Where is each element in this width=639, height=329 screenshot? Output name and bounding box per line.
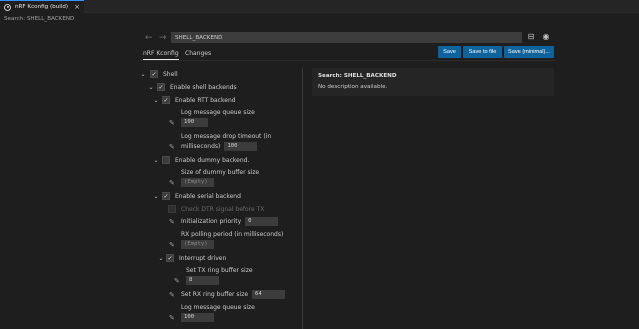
tree-item-label: Interrupt driven (179, 254, 227, 262)
tree-item-dummy-buffer-size: Size of dummy buffer size (169, 169, 259, 176)
eye-icon[interactable]: ◉ (541, 32, 551, 43)
tree-item-rx-polling-value-row: ✎ (Empty) (169, 240, 214, 249)
tree-item-shell[interactable]: ⌄ ✓ Shell (140, 70, 178, 78)
back-arrow-icon[interactable]: ← (145, 33, 153, 43)
tree-item-label: Set TX ring buffer size (186, 267, 253, 274)
details-title: Search: SHELL_BACKEND (318, 73, 397, 79)
tree-item-check-dtr: Check DTR signal before TX (168, 205, 264, 213)
interrupt-driven-checkbox[interactable]: ✓ (166, 254, 174, 262)
tree-item-enable-dummy-backend[interactable]: ⌄ ✓ Enable dummy backend. (153, 156, 249, 164)
tree-item-enable-rtt-backend[interactable]: ⌄ ✓ Enable RTT backend (153, 96, 236, 104)
enable-serial-backend-checkbox[interactable]: ✓ (162, 192, 170, 200)
pencil-icon[interactable]: ✎ (169, 241, 178, 249)
kconfig-tree: ⌄ ✓ Shell ⌄ ✓ Enable shell backends ⌄ ✓ … (0, 62, 300, 329)
tree-item-serial-log-queue-value-row: ✎ 100 (169, 313, 214, 322)
tree-item-label: Enable shell backends (170, 83, 237, 91)
tree-item-label: Set RX ring buffer size (181, 291, 249, 298)
details-body: No description available. (318, 84, 388, 90)
pencil-icon[interactable]: ✎ (169, 179, 178, 187)
search-input[interactable] (171, 32, 522, 43)
tree-item-label: Log message queue size (181, 109, 255, 116)
tree-item-label: Log message queue size (181, 304, 255, 311)
save-to-file-button[interactable]: Save to file (463, 46, 502, 58)
tree-item-serial-log-queue-size: Log message queue size (169, 304, 255, 311)
tree-item-dummy-buffer-value-row: ✎ (Empty) (169, 178, 214, 187)
chevron-down-icon[interactable]: ⌄ (140, 71, 146, 78)
tree-item-label: Log message drop timeout (in (181, 133, 272, 140)
close-icon[interactable]: × (74, 3, 80, 11)
tree-item-interrupt-driven[interactable]: ⌄ ✓ Interrupt driven (158, 254, 226, 262)
tree-item-tx-ring-buffer: Set TX ring buffer size (174, 267, 253, 274)
pencil-icon[interactable]: ✎ (174, 277, 183, 285)
editor-tab-title: nRF Kconfig (build) (15, 4, 69, 10)
tree-item-label: Enable serial backend (175, 192, 241, 200)
enable-shell-backends-checkbox[interactable]: ✓ (157, 83, 165, 91)
shell-checkbox[interactable]: ✓ (150, 70, 158, 78)
save-button[interactable]: Save (438, 46, 461, 58)
tree-item-rx-polling-period: RX polling period (in milliseconds) (169, 231, 283, 238)
chevron-down-icon[interactable]: ⌄ (153, 97, 159, 104)
tree-item-label: Initialization priority (181, 218, 242, 225)
chevron-right-icon[interactable]: ⌄ (153, 157, 159, 164)
save-minimal-button[interactable]: Save (minimal)... (504, 46, 554, 58)
pencil-icon[interactable]: ✎ (169, 119, 178, 127)
search-status-text: Search: SHELL_BACKEND (4, 15, 75, 22)
tree-item-label: Shell (163, 70, 178, 78)
tab-nrf-kconfig[interactable]: nRF Kconfig (143, 50, 179, 60)
editor-tab-bar: nRF Kconfig (build) × (0, 0, 639, 13)
tree-item-init-priority: ✎ Initialization priority 0 (169, 217, 279, 226)
tx-ring-buffer-value[interactable]: 8 (186, 276, 219, 285)
pencil-icon[interactable]: ✎ (169, 291, 178, 299)
collapse-all-icon[interactable]: ⊟ (526, 32, 536, 43)
chevron-down-icon[interactable]: ⌄ (158, 255, 164, 262)
tree-item-rtt-drop-timeout-value-row: ✎ milliseconds) 100 (169, 142, 258, 151)
forward-arrow-icon[interactable]: → (159, 33, 167, 43)
pencil-icon[interactable]: ✎ (169, 218, 178, 226)
tree-item-label: Size of dummy buffer size (181, 169, 260, 176)
rx-polling-period-value[interactable]: (Empty) (181, 240, 214, 249)
pencil-icon[interactable]: ✎ (169, 314, 178, 322)
pencil-icon[interactable]: ✎ (169, 143, 178, 151)
gear-icon (4, 3, 11, 11)
enable-dummy-backend-checkbox[interactable]: ✓ (162, 156, 170, 164)
tab-changes[interactable]: Changes (185, 50, 211, 57)
tree-item-rx-ring-buffer: ✎ Set RX ring buffer size 64 (169, 290, 286, 299)
tree-item-enable-serial-backend[interactable]: ⌄ ✓ Enable serial backend (153, 192, 241, 200)
enable-rtt-backend-checkbox[interactable]: ✓ (162, 96, 170, 104)
tree-item-tx-ring-value-row: ✎ 8 (174, 276, 219, 285)
tree-item-label: Enable RTT backend (175, 96, 236, 104)
rtt-drop-timeout-value[interactable]: 100 (224, 142, 258, 151)
dummy-buffer-size-value[interactable]: (Empty) (181, 178, 214, 187)
tree-item-label: Check DTR signal before TX (181, 205, 265, 213)
chevron-down-icon[interactable]: ⌄ (153, 193, 159, 200)
search-status: Search: SHELL_BACKEND (0, 13, 639, 24)
tree-item-rtt-drop-timeout: Log message drop timeout (in (181, 133, 271, 140)
chevron-down-icon[interactable]: ⌄ (148, 84, 154, 91)
check-dtr-checkbox (168, 205, 176, 213)
rtt-log-queue-size-value[interactable]: 100 (181, 118, 208, 127)
init-priority-value[interactable]: 0 (245, 217, 279, 226)
tree-item-label: Enable dummy backend. (175, 156, 250, 164)
tree-item-rtt-log-queue-value-row: ✎ 100 (169, 118, 208, 127)
editor-tab-nrf-kconfig[interactable]: nRF Kconfig (build) × (0, 0, 84, 13)
tree-item-rtt-log-queue-size: Log message queue size (169, 109, 255, 116)
tab-divider (140, 60, 555, 61)
tree-item-label: milliseconds) (181, 143, 221, 150)
panel-divider[interactable] (302, 68, 303, 329)
tree-item-label: RX polling period (in milliseconds) (181, 231, 284, 238)
details-panel: Search: SHELL_BACKEND No description ava… (312, 68, 554, 96)
tree-item-enable-shell-backends[interactable]: ⌄ ✓ Enable shell backends (148, 83, 237, 91)
rx-ring-buffer-value[interactable]: 64 (252, 290, 286, 299)
serial-log-queue-size-value[interactable]: 100 (181, 313, 214, 322)
